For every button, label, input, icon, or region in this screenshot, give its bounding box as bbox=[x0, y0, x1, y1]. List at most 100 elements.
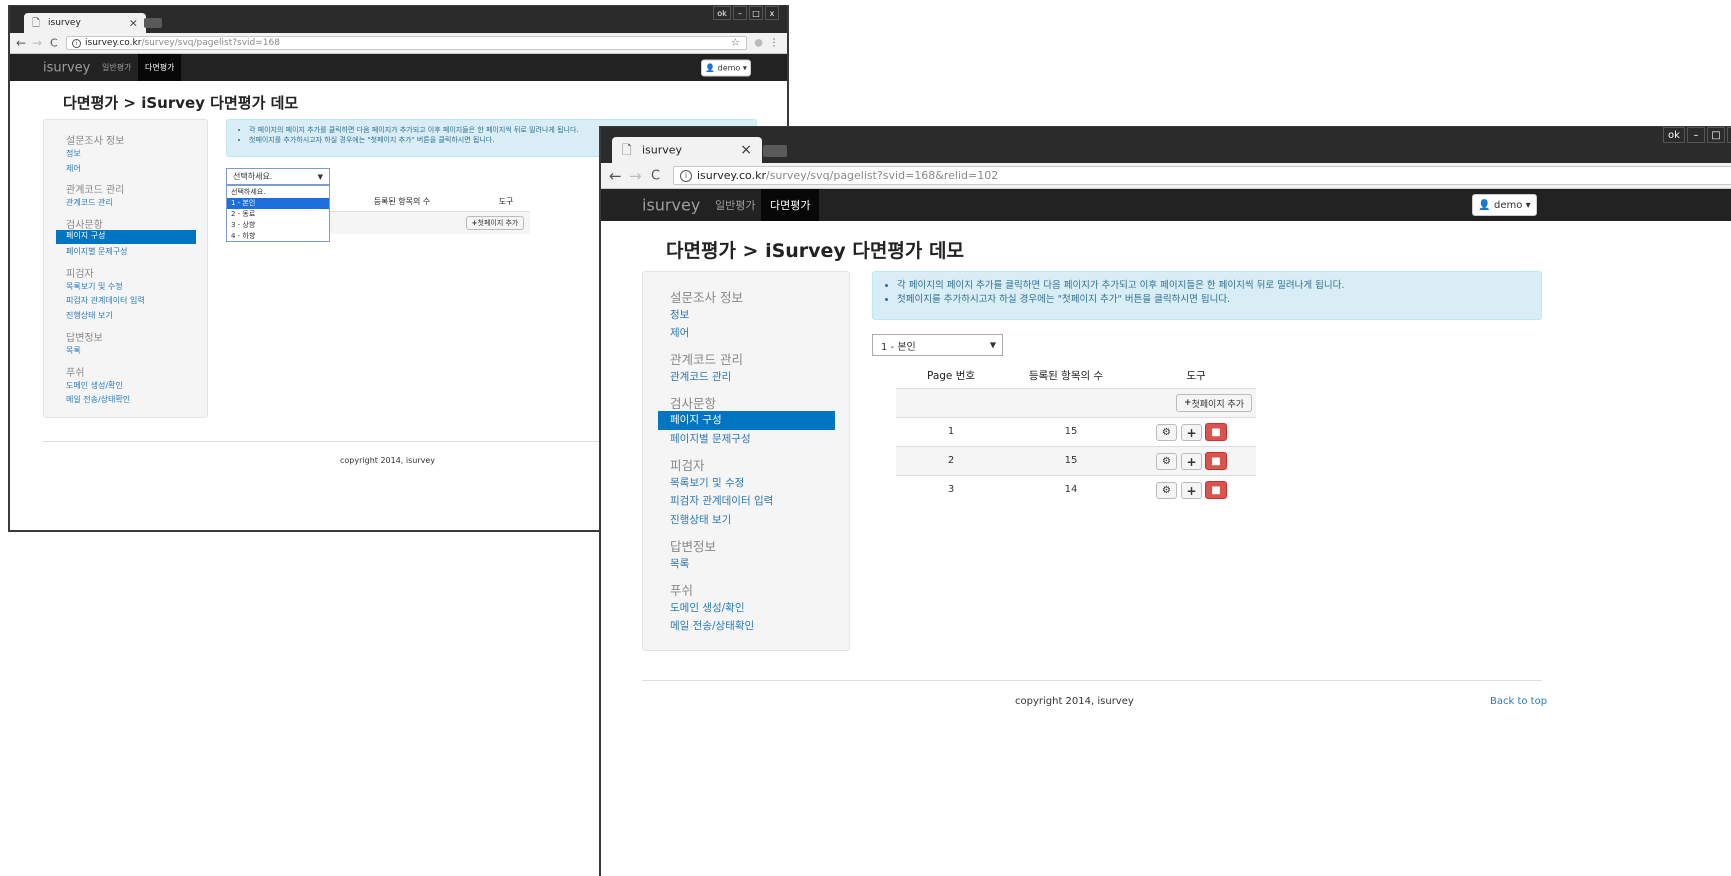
sidebar-group-survey-info: 설문조사 정보 bbox=[66, 136, 125, 147]
sidebar-item-control[interactable]: 제어 bbox=[670, 325, 689, 340]
sidebar-item-list-edit[interactable]: 목록보기 및 수정 bbox=[66, 281, 123, 292]
url-input[interactable]: i isurvey.co.kr/survey/svq/pagelist?svid… bbox=[66, 36, 747, 50]
sidebar-item-page-config[interactable]: 페이지 구성 bbox=[658, 411, 835, 430]
brand-logo[interactable]: isurvey bbox=[642, 196, 700, 215]
reload-icon[interactable]: C bbox=[651, 168, 660, 183]
browser-tab[interactable]: 🗋 isurvey × bbox=[24, 13, 146, 33]
page-icon: 🗋 bbox=[622, 143, 632, 157]
gear-icon[interactable]: ⚙ bbox=[1156, 424, 1177, 441]
sidebar-item-relation-data[interactable]: 피검자 관계데이터 입력 bbox=[670, 493, 773, 508]
sidebar-item-progress[interactable]: 진행상태 보기 bbox=[66, 310, 113, 321]
nav-multi-eval[interactable]: 다면평가 bbox=[761, 189, 820, 221]
sidebar-item-relation-code[interactable]: 관계코드 관리 bbox=[66, 197, 113, 208]
close-window-button[interactable]: x bbox=[1727, 127, 1731, 143]
maximize-button[interactable]: □ bbox=[1707, 127, 1725, 143]
sidebar-item-info[interactable]: 정보 bbox=[670, 307, 689, 322]
add-first-page-label: 첫페이지 추가 bbox=[477, 219, 519, 227]
add-first-page-button[interactable]: + 첫페이지 추가 bbox=[1176, 394, 1252, 412]
new-tab-button[interactable] bbox=[763, 145, 787, 157]
forward-arrow-icon[interactable]: → bbox=[32, 36, 42, 50]
sidebar-item-page-config[interactable]: 페이지 구성 bbox=[56, 230, 196, 244]
plus-icon[interactable]: + bbox=[1181, 424, 1202, 441]
sidebar-item-page-questions[interactable]: 페이지별 문제구성 bbox=[66, 246, 127, 257]
sidebar-item-relation-data[interactable]: 피검자 관계데이터 입력 bbox=[66, 295, 145, 306]
nav-multi-eval[interactable]: 다면평가 bbox=[138, 54, 182, 81]
option-peer[interactable]: 2 - 동료 bbox=[227, 209, 329, 220]
url-host: isurvey.co.kr bbox=[697, 169, 766, 182]
sidebar-item-list-edit[interactable]: 목록보기 및 수정 bbox=[670, 475, 744, 490]
relation-select[interactable]: 선택하세요. ▼ bbox=[226, 168, 330, 185]
sidebar-item-relation-code[interactable]: 관계코드 관리 bbox=[670, 369, 731, 384]
plus-icon[interactable]: + bbox=[1181, 482, 1202, 499]
brand-logo[interactable]: isurvey bbox=[43, 60, 90, 75]
caret-down-icon: ▼ bbox=[317, 172, 323, 181]
tab-close-icon[interactable]: × bbox=[129, 17, 138, 30]
url-input[interactable]: i isurvey.co.kr/survey/svq/pagelist?svid… bbox=[673, 166, 1731, 185]
back-to-top-link[interactable]: Back to top bbox=[1490, 696, 1547, 707]
sidebar-group-push: 푸쉬 bbox=[670, 583, 694, 598]
sidebar-group-questions: 검사문항 bbox=[66, 220, 103, 231]
maximize-button[interactable]: □ bbox=[749, 6, 763, 20]
gear-icon[interactable]: ⚙ bbox=[1156, 453, 1177, 470]
browser-tab[interactable]: 🗋 isurvey × bbox=[612, 137, 762, 163]
trash-icon[interactable]: ■ bbox=[1205, 423, 1227, 441]
sidebar-item-page-questions[interactable]: 페이지별 문제구성 bbox=[670, 431, 751, 446]
plus-icon: + bbox=[1183, 398, 1192, 408]
menu-icon[interactable]: ⋮ bbox=[769, 38, 779, 49]
relation-select[interactable]: 1 - 본인 ▼ bbox=[872, 334, 1003, 356]
sidebar-item-mail[interactable]: 메일 전송/상태확인 bbox=[670, 618, 754, 633]
close-window-button[interactable]: x bbox=[765, 6, 779, 20]
ok-button[interactable]: ok bbox=[1663, 127, 1685, 143]
address-bar: ← → C i isurvey.co.kr/survey/svq/pagelis… bbox=[601, 163, 1731, 189]
sidebar-item-answer-list[interactable]: 목록 bbox=[66, 345, 81, 356]
nav-general-eval[interactable]: 일반평가 bbox=[707, 189, 763, 221]
forward-arrow-icon[interactable]: → bbox=[629, 167, 642, 185]
nav-general-eval[interactable]: 일반평가 bbox=[96, 54, 137, 81]
minimize-button[interactable]: – bbox=[733, 6, 747, 20]
user-name: demo bbox=[1494, 199, 1523, 211]
extension-icon[interactable]: ● bbox=[754, 38, 763, 49]
option-downward[interactable]: 4 - 하향 bbox=[227, 231, 329, 242]
user-menu-button[interactable]: 👤 demo ▾ bbox=[701, 59, 751, 76]
reload-icon[interactable]: C bbox=[50, 37, 58, 50]
sidebar-item-domain[interactable]: 도메인 생성/확인 bbox=[66, 380, 123, 391]
plus-icon[interactable]: + bbox=[1181, 453, 1202, 470]
tab-close-icon[interactable]: × bbox=[740, 142, 752, 158]
page-title: 다면평가 > iSurvey 다면평가 데모 bbox=[63, 94, 299, 112]
footer-divider bbox=[43, 441, 603, 442]
gear-icon[interactable]: ⚙ bbox=[1156, 482, 1177, 499]
footer-divider bbox=[642, 680, 1542, 681]
table-row: 3 14 ⚙ + ■ bbox=[896, 475, 1256, 504]
tab-strip: 🗋 isurvey × ok – □ x bbox=[601, 127, 1731, 163]
page-icon: 🗋 bbox=[32, 18, 41, 29]
back-arrow-icon[interactable]: ← bbox=[609, 167, 622, 185]
back-arrow-icon[interactable]: ← bbox=[16, 36, 26, 50]
alert-line-2: 첫페이지를 추가하시고자 하실 경우에는 "첫페이지 추가" 버튼을 클릭하시면… bbox=[897, 293, 1533, 307]
sidebar-item-info[interactable]: 정보 bbox=[66, 148, 81, 159]
option-select[interactable]: 선택하세요. bbox=[227, 187, 329, 198]
info-alert: 각 페이지의 페이지 추가를 클릭하면 다음 페이지가 추가되고 이후 페이지들… bbox=[872, 271, 1542, 320]
trash-icon[interactable]: ■ bbox=[1205, 452, 1227, 470]
sidebar-item-progress[interactable]: 진행상태 보기 bbox=[670, 512, 731, 527]
col-header-count: 등록된 항목의 수 bbox=[1028, 370, 1104, 382]
minimize-button[interactable]: – bbox=[1687, 127, 1705, 143]
caret-down-icon: ▼ bbox=[989, 340, 996, 350]
user-menu-button[interactable]: 👤 demo ▾ bbox=[1472, 194, 1537, 216]
cell-page-no: 3 bbox=[947, 484, 955, 495]
trash-icon[interactable]: ■ bbox=[1205, 481, 1227, 499]
new-tab-button[interactable] bbox=[144, 18, 162, 28]
star-icon[interactable]: ☆ bbox=[731, 38, 740, 49]
sidebar-group-answers: 답변정보 bbox=[66, 333, 103, 344]
sidebar-item-domain[interactable]: 도메인 생성/확인 bbox=[670, 600, 745, 615]
ok-button[interactable]: ok bbox=[713, 6, 731, 20]
sidebar-group-answers: 답변정보 bbox=[670, 539, 717, 554]
user-icon: 👤 bbox=[705, 63, 716, 72]
sidebar-item-control[interactable]: 제어 bbox=[66, 163, 81, 174]
tab-strip: 🗋 isurvey × ok – □ x bbox=[10, 6, 787, 33]
option-self[interactable]: 1 - 본인 bbox=[227, 198, 329, 209]
col-header-count: 등록된 항목의 수 bbox=[373, 197, 431, 206]
option-upward[interactable]: 3 - 상향 bbox=[227, 220, 329, 231]
sidebar-item-mail[interactable]: 메일 전송/상태확인 bbox=[66, 394, 130, 405]
sidebar-item-answer-list[interactable]: 목록 bbox=[670, 556, 689, 571]
add-first-page-button[interactable]: + 첫페이지 추가 bbox=[466, 216, 524, 230]
